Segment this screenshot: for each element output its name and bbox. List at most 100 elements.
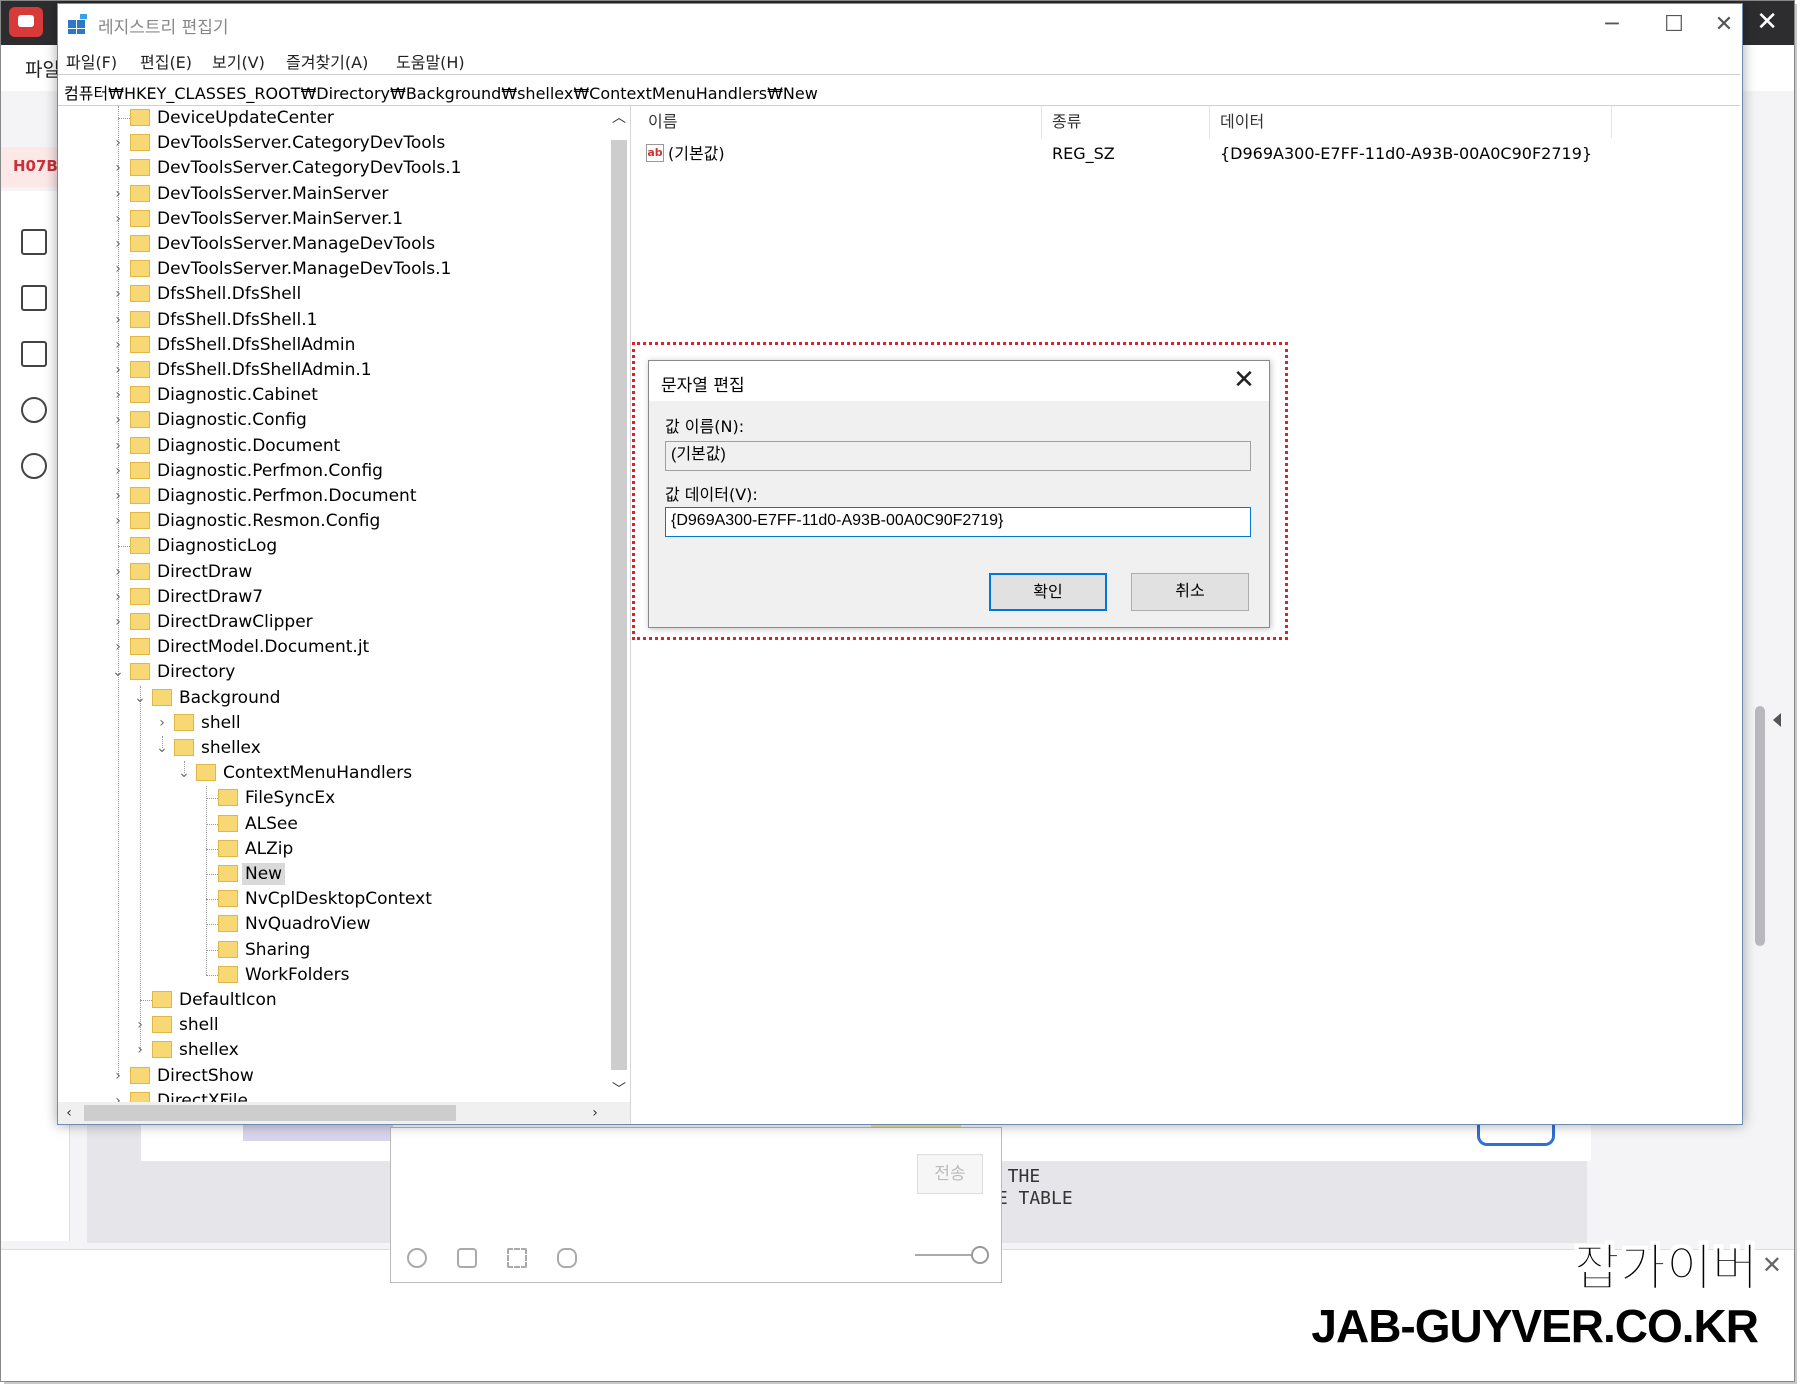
folder-icon	[152, 688, 172, 706]
collapsed-chevron-icon[interactable]: ›	[154, 711, 170, 735]
collapsed-chevron-icon[interactable]: ›	[110, 408, 126, 432]
collapsed-chevron-icon[interactable]: ›	[110, 585, 126, 609]
search-icon[interactable]	[21, 453, 47, 479]
window-titlebar[interactable]: 레지스트리 편집기 ─ ☐ ✕	[58, 4, 1742, 44]
collapsed-chevron-icon[interactable]: ›	[132, 1013, 148, 1037]
dialog-title: 문자열 편집	[661, 376, 745, 396]
scroll-left-icon[interactable]: ‹	[58, 1101, 80, 1125]
tree-node-label: DfsShell.DfsShell	[157, 284, 302, 305]
column-type[interactable]: 종류	[1042, 106, 1210, 138]
tree-node-label: DirectModel.Document.jt	[157, 637, 370, 658]
folder-icon	[218, 789, 238, 807]
menu-bar: 파일(F) 편집(E) 보기(V) 즐겨찾기(A) 도움말(H)	[58, 44, 1742, 74]
bookmark-icon[interactable]	[21, 285, 47, 311]
collapsed-chevron-icon[interactable]: ›	[110, 434, 126, 458]
folder-icon	[130, 562, 150, 580]
expanded-chevron-icon[interactable]: ⌄	[132, 686, 148, 710]
collapsed-chevron-icon[interactable]: ›	[110, 182, 126, 206]
scroll-up-icon[interactable]: ︿	[608, 106, 630, 130]
tree-node-label: Diagnostic.Document	[157, 435, 341, 456]
collapsed-chevron-icon[interactable]: ›	[110, 383, 126, 407]
collapsed-chevron-icon[interactable]: ›	[110, 358, 126, 382]
collapsed-chevron-icon[interactable]: ›	[110, 156, 126, 180]
value-data[interactable]: {D969A300-E7FF-11d0-A93B-00A0C90F2719}	[1220, 142, 1592, 166]
expanded-chevron-icon[interactable]: ⌄	[154, 736, 170, 760]
microphone-icon[interactable]	[557, 1248, 577, 1268]
folder-icon	[218, 814, 238, 832]
collapsed-chevron-icon[interactable]: ›	[110, 610, 126, 634]
background-scrollbar[interactable]	[1755, 706, 1765, 946]
ok-button[interactable]: 확인	[989, 573, 1107, 611]
background-tab[interactable]: H07B	[1, 147, 61, 187]
tree-node-label: Diagnostic.Config	[157, 410, 307, 431]
collapsed-chevron-icon[interactable]: ›	[110, 232, 126, 256]
collapsed-chevron-icon[interactable]: ›	[110, 560, 126, 584]
zoom-slider-knob[interactable]	[971, 1246, 989, 1264]
tree-node-label: Directory	[157, 662, 236, 683]
address-path: 컴퓨터₩HKEY_CLASSES_ROOT₩Directory₩Backgrou…	[64, 84, 818, 103]
expanded-chevron-icon[interactable]: ⌄	[176, 761, 192, 785]
menu-help[interactable]: 도움말(H)	[396, 49, 465, 73]
dialog-titlebar[interactable]: 문자열 편집 ✕	[649, 361, 1269, 401]
collapsed-chevron-icon[interactable]: ›	[132, 1038, 148, 1062]
close-icon[interactable]: ✕	[1229, 365, 1259, 395]
value-name[interactable]: (기본값)	[668, 142, 725, 166]
background-close-icon[interactable]: ✕	[1756, 7, 1778, 37]
column-data[interactable]: 데이터	[1210, 106, 1612, 138]
collapsed-chevron-icon[interactable]: ›	[110, 257, 126, 281]
folder-icon	[130, 436, 150, 454]
panel-icon[interactable]	[21, 229, 47, 255]
collapse-arrow-icon[interactable]	[1773, 713, 1781, 727]
collapsed-chevron-icon[interactable]: ›	[110, 333, 126, 357]
tree-node-label: Background	[179, 687, 281, 708]
collapsed-chevron-icon[interactable]: ›	[110, 282, 126, 306]
close-icon[interactable]: ✕	[1762, 1251, 1782, 1279]
folder-icon	[130, 386, 150, 404]
folder-icon	[218, 915, 238, 933]
background-menu-file[interactable]: 파일	[25, 55, 60, 82]
tree-vertical-scrollbar[interactable]: ︿ ﹀	[608, 106, 630, 1102]
cancel-button[interactable]: 취소	[1131, 573, 1249, 611]
attachment-icon[interactable]	[21, 397, 47, 423]
tree-horizontal-thumb[interactable]	[84, 1105, 456, 1121]
collapsed-chevron-icon[interactable]: ›	[110, 635, 126, 659]
folder-icon	[130, 285, 150, 303]
value-type[interactable]: REG_SZ	[1052, 142, 1115, 166]
tree-vertical-thumb[interactable]	[611, 140, 627, 1070]
value-data-field[interactable]: {D969A300-E7FF-11d0-A93B-00A0C90F2719}	[665, 507, 1251, 537]
collapsed-chevron-icon[interactable]: ›	[110, 509, 126, 533]
menu-favorites[interactable]: 즐겨찾기(A)	[286, 49, 368, 73]
tree-connector	[110, 534, 126, 558]
scroll-down-icon[interactable]: ﹀	[608, 1078, 630, 1102]
window-title: 레지스트리 편집기	[98, 18, 229, 38]
tree-node-label: DirectShow	[157, 1065, 254, 1086]
folder-icon	[130, 159, 150, 177]
column-name[interactable]: 이름	[638, 106, 1042, 138]
tree-node-label: Sharing	[245, 939, 311, 960]
close-icon[interactable]: ✕	[1706, 8, 1742, 42]
comment-icon[interactable]	[21, 341, 47, 367]
collapsed-chevron-icon[interactable]: ›	[110, 308, 126, 332]
background-tab-label: H07B	[13, 157, 58, 175]
minimize-icon[interactable]: ─	[1582, 8, 1642, 42]
expanded-chevron-icon[interactable]: ⌄	[110, 660, 126, 684]
send-button[interactable]: 전송	[917, 1154, 983, 1194]
menu-edit[interactable]: 편집(E)	[140, 49, 192, 73]
scroll-right-icon[interactable]: ›	[584, 1101, 606, 1125]
collapsed-chevron-icon[interactable]: ›	[110, 207, 126, 231]
menu-view[interactable]: 보기(V)	[212, 49, 265, 73]
collapsed-chevron-icon[interactable]: ›	[110, 1064, 126, 1088]
emoji-icon[interactable]	[407, 1248, 427, 1268]
collapsed-chevron-icon[interactable]: ›	[110, 484, 126, 508]
menu-file[interactable]: 파일(F)	[66, 49, 117, 73]
address-bar[interactable]: 컴퓨터₩HKEY_CLASSES_ROOT₩Directory₩Backgrou…	[58, 74, 1740, 106]
maximize-icon[interactable]: ☐	[1644, 8, 1704, 42]
folder-icon	[130, 537, 150, 555]
tree-node-label: DefaultIcon	[179, 990, 277, 1010]
tree-horizontal-scrollbar[interactable]: ‹ ›	[58, 1102, 630, 1124]
value-name-field[interactable]: (기본값)	[665, 441, 1251, 471]
collapsed-chevron-icon[interactable]: ›	[110, 459, 126, 483]
capture-icon[interactable]	[507, 1248, 527, 1268]
attachment-icon[interactable]	[457, 1248, 477, 1268]
collapsed-chevron-icon[interactable]: ›	[110, 131, 126, 155]
